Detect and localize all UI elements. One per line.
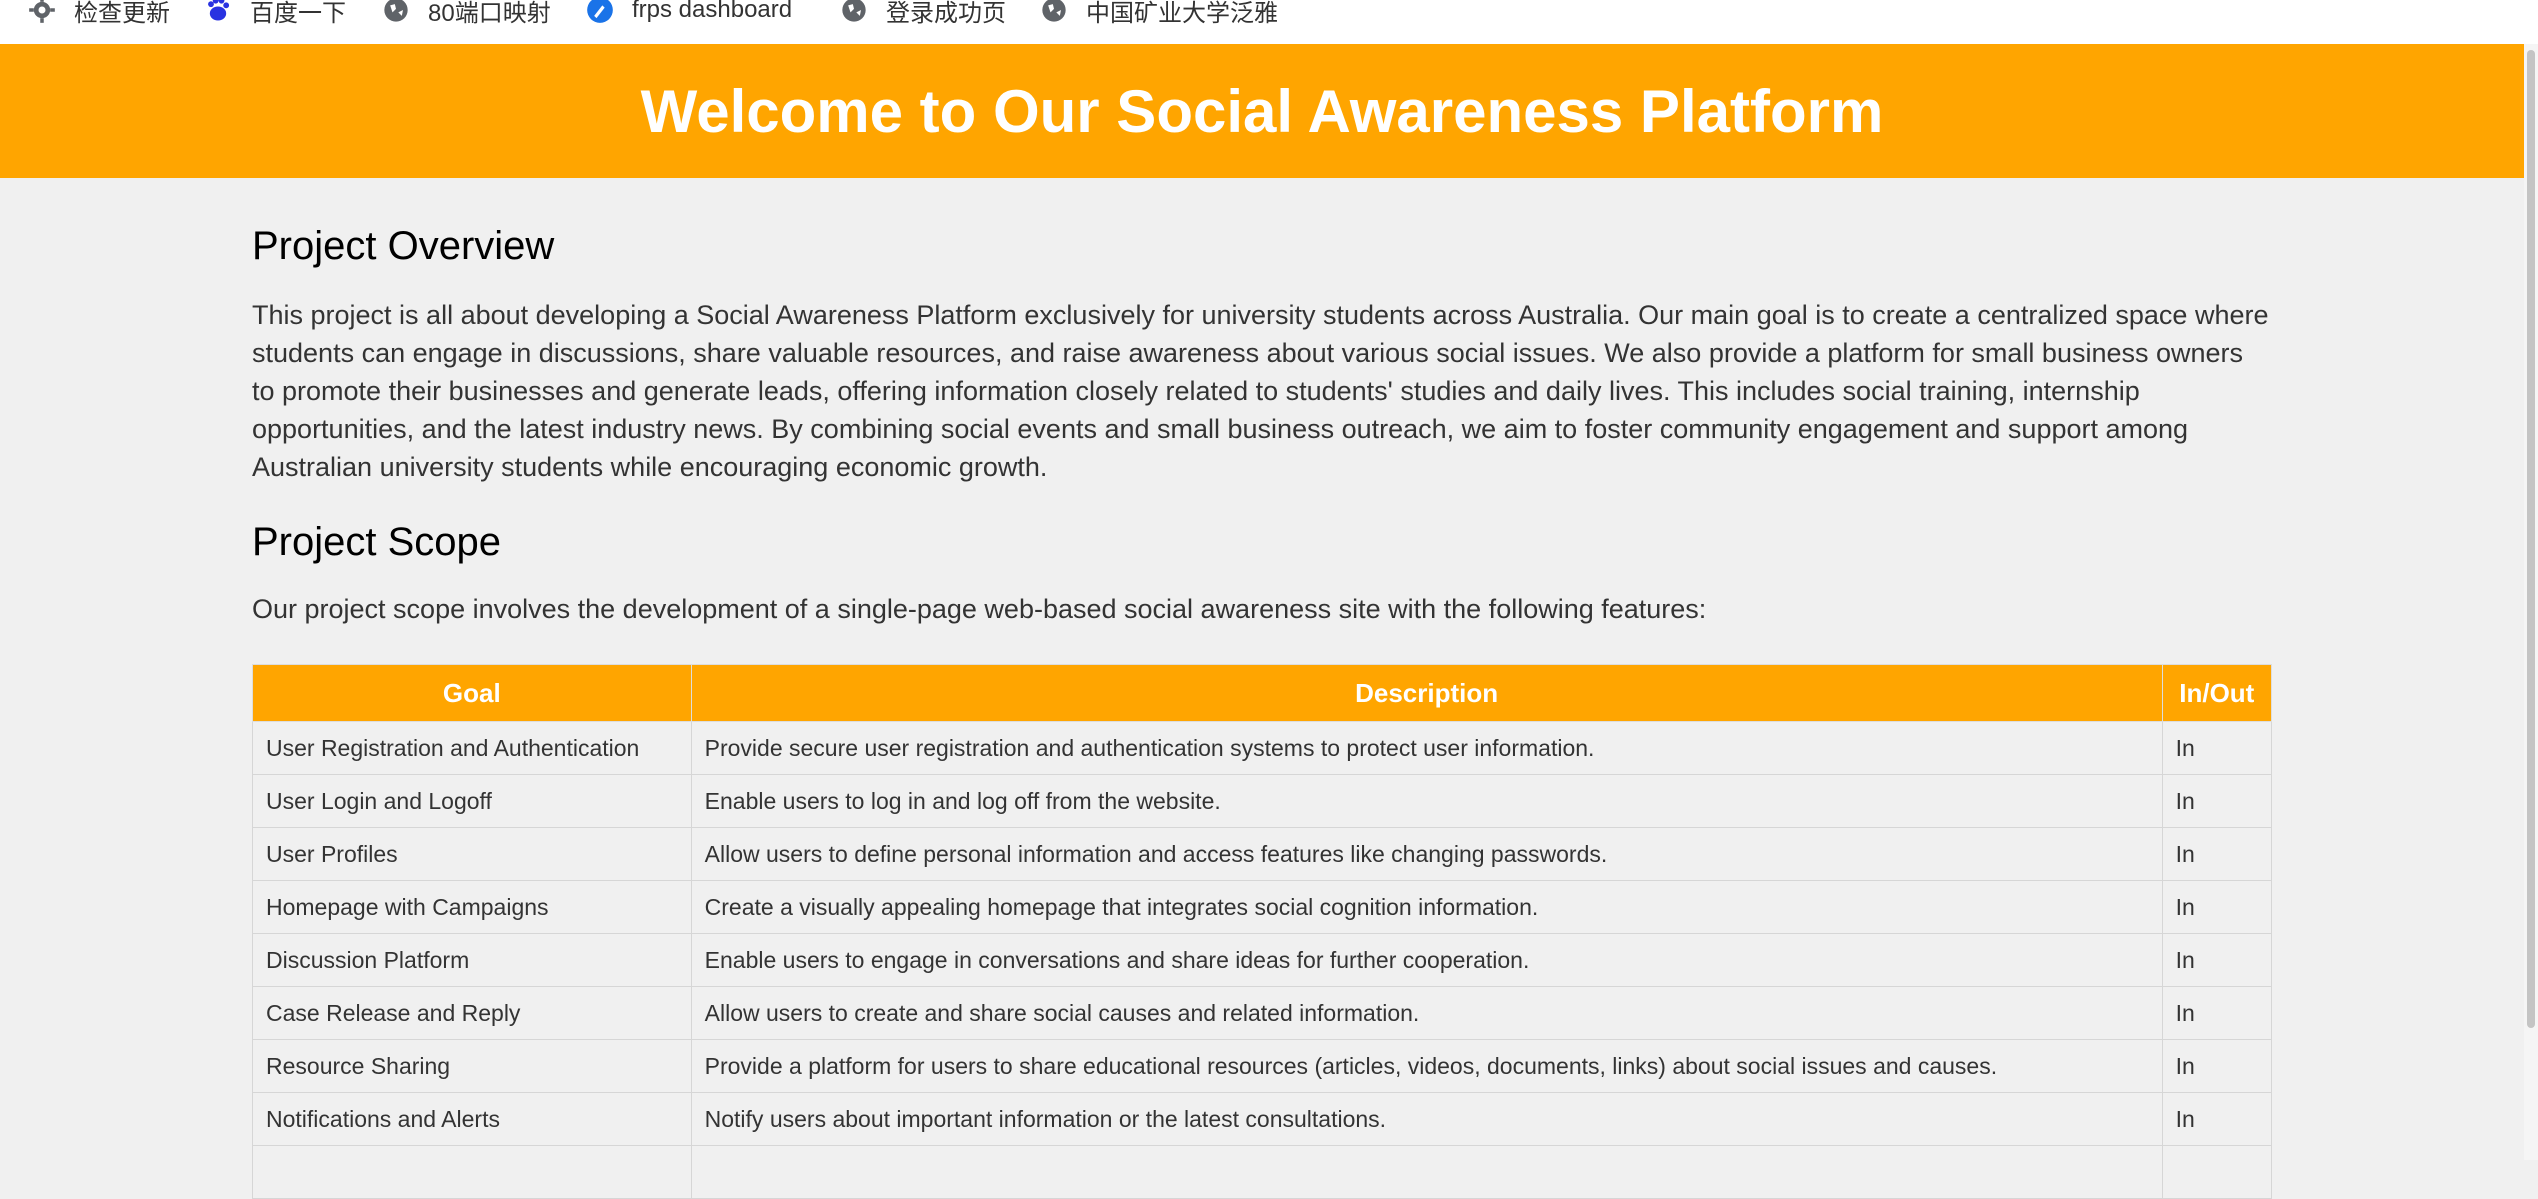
overview-heading: Project Overview [252,224,555,268]
bookmarks-bar: 检查更新 百度一下 80端口映射 frps dashboard 登录成功页 中国… [0,0,2538,45]
bookmark-baidu[interactable]: 百度一下 [204,0,346,32]
page-title: Welcome to Our Social Awareness Platform [640,77,1884,145]
description-cell: Enable users to log in and log off from … [690,774,2163,828]
bookmark-label: 百度一下 [250,0,346,27]
table-row: User Profiles Allow users to define pers… [252,827,2273,881]
scope-heading: Project Scope [252,520,502,564]
page-header: Welcome to Our Social Awareness Platform [0,44,2524,178]
bookmark-label: frps dashboard [632,0,793,23]
column-header-in-out: In/Out [2161,664,2273,722]
baidu-icon [204,0,250,24]
goal-cell: User Login and Logoff [252,774,692,828]
in-out-cell [2161,1145,2273,1199]
goal-cell: User Registration and Authentication [252,721,692,775]
in-out-cell: In [2161,827,2273,881]
goal-cell: User Profiles [252,827,692,881]
goal-cell: Resource Sharing [252,1039,692,1093]
table-row: Homepage with Campaigns Create a visuall… [252,880,2273,934]
bookmark-label: 登录成功页 [886,0,1006,27]
goal-cell: Case Release and Reply [252,986,692,1040]
overview-text: This project is all about developing a S… [252,300,2269,482]
description-cell: Enable users to engage in conversations … [690,933,2163,987]
gear-icon [28,0,74,24]
scope-text: Our project scope involves the developme… [252,594,1707,624]
description-cell: Provide a platform for users to share ed… [690,1039,2163,1093]
bookmark-cumt-fanya[interactable]: 中国矿业大学泛雅 [1040,0,1278,32]
goal-cell: Notifications and Alerts [252,1092,692,1146]
bookmark-frps-dashboard[interactable]: frps dashboard [586,0,792,32]
in-out-cell: In [2161,774,2273,828]
bookmark-login-success[interactable]: 登录成功页 [840,0,1006,32]
description-cell: Allow users to define personal informati… [690,827,2163,881]
table-row: User Registration and Authentication Pro… [252,721,2273,775]
globe-icon [840,0,886,24]
frps-icon [586,0,632,24]
table-row: Notifications and Alerts Notify users ab… [252,1092,2273,1146]
bookmark-port-mapping[interactable]: 80端口映射 [382,0,551,32]
goal-cell: Homepage with Campaigns [252,880,692,934]
globe-icon [1040,0,1086,24]
in-out-cell: In [2161,721,2273,775]
scrollbar-thumb[interactable] [2527,50,2535,1028]
in-out-cell: In [2161,1039,2273,1093]
description-cell: Create a visually appealing homepage tha… [690,880,2163,934]
globe-icon [382,0,428,24]
table-row [252,1145,2273,1199]
in-out-cell: In [2161,986,2273,1040]
table-row: Resource Sharing Provide a platform for … [252,1039,2273,1093]
bookmark-label: 检查更新 [74,0,170,27]
description-cell [690,1145,2163,1199]
table-row: User Login and Logoff Enable users to lo… [252,774,2273,828]
description-cell: Allow users to create and share social c… [690,986,2163,1040]
in-out-cell: In [2161,1092,2273,1146]
bookmark-label: 中国矿业大学泛雅 [1086,0,1278,27]
column-header-description: Description [690,664,2163,722]
goal-cell: Discussion Platform [252,933,692,987]
description-cell: Provide secure user registration and aut… [690,721,2163,775]
in-out-cell: In [2161,933,2273,987]
bookmark-check-update[interactable]: 检查更新 [28,0,170,32]
bookmark-label: 80端口映射 [428,0,551,27]
table-row: Discussion Platform Enable users to enga… [252,933,2273,987]
in-out-cell: In [2161,880,2273,934]
scope-table: Goal Description In/Out User Registratio… [252,664,2273,1199]
table-header-row: Goal Description In/Out [252,664,2273,722]
vertical-scrollbar[interactable] [2524,44,2538,1160]
description-cell: Notify users about important information… [690,1092,2163,1146]
goal-cell [252,1145,692,1199]
table-row: Case Release and Reply Allow users to cr… [252,986,2273,1040]
column-header-goal: Goal [252,664,692,722]
